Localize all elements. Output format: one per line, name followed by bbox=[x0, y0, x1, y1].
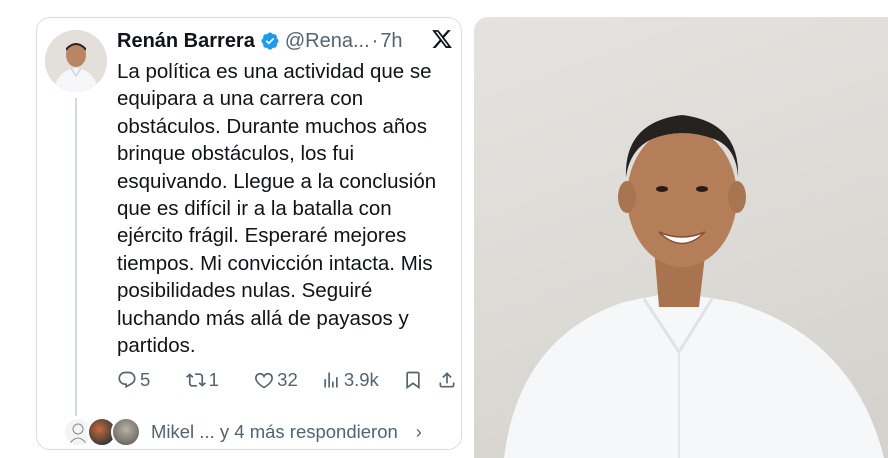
like-button[interactable]: 32 bbox=[254, 369, 321, 391]
share-icon bbox=[439, 372, 455, 388]
views-icon bbox=[324, 372, 338, 388]
tweet-card[interactable]: Renán Barrera @Rena... · 7h La política … bbox=[36, 17, 462, 450]
replied-by-text: Mikel ... y 4 más respondieron bbox=[151, 421, 398, 442]
views-count: 3.9k bbox=[343, 369, 379, 390]
x-logo-icon[interactable] bbox=[431, 28, 453, 50]
reply-icon bbox=[118, 371, 136, 389]
like-icon bbox=[255, 372, 274, 389]
separator-dot: · bbox=[371, 29, 379, 52]
retweet-count: 1 bbox=[208, 369, 219, 390]
portrait-photo[interactable] bbox=[474, 17, 888, 458]
reply-avatar-3 bbox=[111, 417, 141, 447]
reply-button[interactable]: 5 bbox=[117, 369, 186, 391]
replies-summary[interactable]: Mikel ... y 4 más respondieron › bbox=[63, 416, 422, 448]
author-handle[interactable]: @Rena... bbox=[285, 30, 370, 53]
reply-count: 5 bbox=[140, 369, 151, 390]
retweet-icon bbox=[185, 373, 206, 387]
tweet-text: La política es una actividad que se equi… bbox=[117, 60, 437, 358]
views-button[interactable]: 3.9k bbox=[321, 369, 403, 391]
share-button[interactable] bbox=[437, 370, 457, 390]
bookmark-button[interactable] bbox=[403, 370, 437, 390]
bookmark-icon bbox=[406, 371, 420, 390]
retweet-button[interactable]: 1 bbox=[185, 369, 255, 391]
author-name[interactable]: Renán Barrera bbox=[117, 30, 255, 53]
thread-line bbox=[75, 98, 77, 416]
tweet-actions: 5 1 32 3.9k bbox=[117, 367, 457, 393]
chevron-right-icon: › bbox=[415, 421, 422, 442]
verified-badge-icon bbox=[260, 31, 280, 51]
tweet-header: Renán Barrera @Rena... · 7h bbox=[117, 28, 403, 54]
author-avatar[interactable] bbox=[45, 30, 107, 92]
tweet-time[interactable]: 7h bbox=[380, 30, 402, 53]
like-count: 32 bbox=[277, 369, 298, 390]
